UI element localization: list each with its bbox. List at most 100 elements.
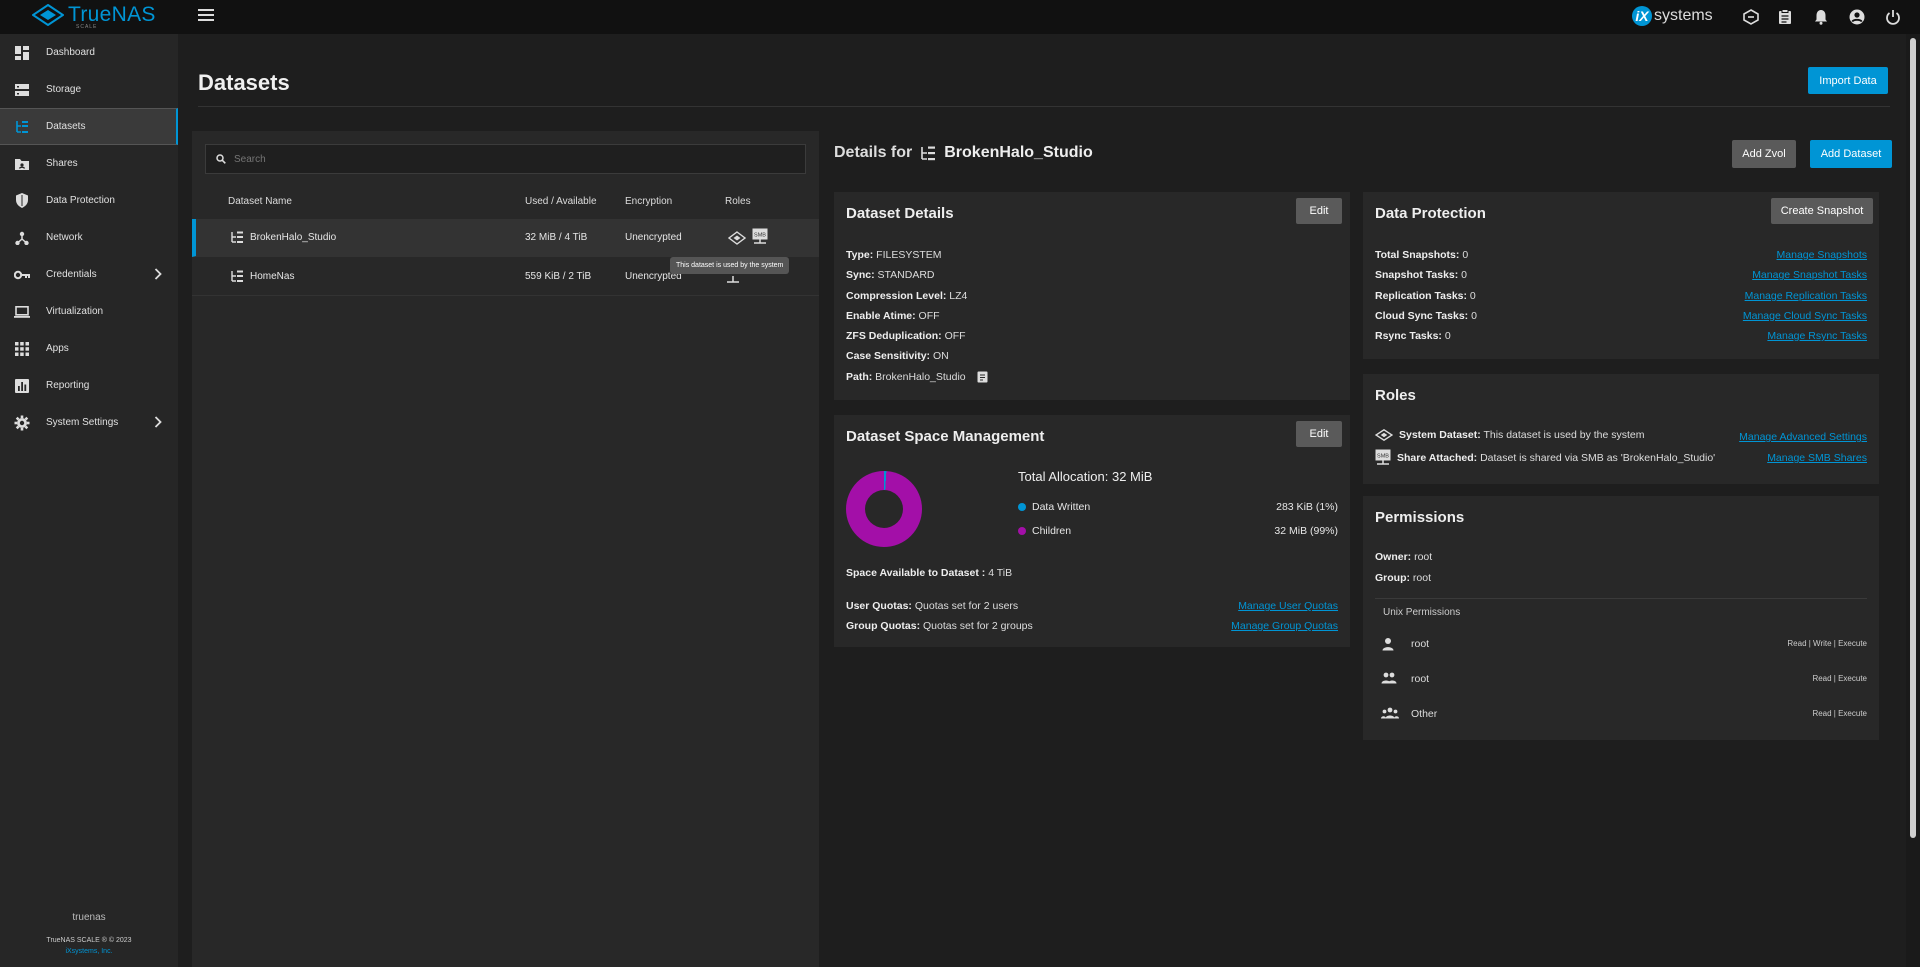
smb-share-icon: SMB [1375,449,1391,465]
edit-space-button[interactable]: Edit [1296,421,1342,447]
gear-icon [14,415,30,431]
manage-advanced-settings-link[interactable]: Manage Advanced Settings [1739,431,1867,443]
manage-snapshots-link[interactable]: Manage Snapshots [1777,249,1867,261]
data-protection-card: Data Protection Create Snapshot Total Sn… [1363,192,1879,359]
permission-row-user[interactable]: root Read | Write | Execute [1375,635,1867,655]
header-divider [198,106,1890,107]
detail-atime: Enable Atime: OFF [846,310,940,322]
ixsystems-logo[interactable]: iX systems [1632,6,1713,26]
system-dataset-icon[interactable] [728,231,746,245]
notifications-bell-icon[interactable] [1812,8,1830,26]
network-icon [14,230,30,246]
truenas-logo[interactable]: TrueNAS SCALE [32,4,156,30]
legend-dot [1018,527,1026,536]
rsync-tasks: Rsync Tasks: 0 [1375,330,1451,342]
shares-icon [14,156,30,172]
jobs-clipboard-icon[interactable] [1776,8,1794,26]
permissions-group: Group: root [1375,572,1432,584]
snapshot-tasks: Snapshot Tasks: 0 [1375,269,1468,281]
sidebar-item-virtualization[interactable]: Virtualization [0,293,178,330]
details-prefix: Details for [834,144,913,161]
legend-children: Children 32 MiB (99%) [1018,525,1338,537]
manage-group-quotas-link[interactable]: Manage Group Quotas [1231,620,1338,632]
reporting-icon [14,378,30,394]
group-icon [1381,672,1397,684]
card-title: Dataset Details [846,205,954,222]
chevron-right-icon [154,268,162,280]
sidebar-item-storage[interactable]: Storage [0,71,178,108]
detail-type: Type: FILESYSTEM [846,249,942,261]
manage-user-quotas-link[interactable]: Manage User Quotas [1238,600,1338,612]
apps-grid-icon [14,341,30,357]
account-circle-icon[interactable] [1848,8,1866,26]
manage-replication-tasks-link[interactable]: Manage Replication Tasks [1745,290,1867,302]
detail-dedup: ZFS Deduplication: OFF [846,330,966,342]
dataset-used: 32 MiB / 4 TiB [525,232,588,243]
sidebar-item-reporting[interactable]: Reporting [0,367,178,404]
sidebar-item-label: Shares [46,158,78,169]
add-dataset-button[interactable]: Add Dataset [1810,140,1892,168]
search-icon [216,154,226,164]
sidebar-item-shares[interactable]: Shares [0,145,178,182]
page-scrollbar[interactable] [1906,34,1920,967]
sidebar-item-label: Virtualization [46,306,104,317]
permission-row-group[interactable]: root Read | Execute [1375,670,1867,690]
menu-toggle-icon[interactable] [198,9,214,23]
scrollbar-thumb[interactable] [1910,38,1916,838]
sidebar-item-system-settings[interactable]: System Settings [0,404,178,441]
create-snapshot-button[interactable]: Create Snapshot [1771,198,1873,224]
edit-dataset-button[interactable]: Edit [1296,198,1342,224]
user-quotas: User Quotas: Quotas set for 2 users [846,600,1019,612]
hostname: truenas [72,912,106,923]
truecommand-icon[interactable] [1742,8,1760,26]
col-used-available[interactable]: Used / Available [525,196,597,207]
truenas-logo-icon [32,4,64,26]
sidebar-item-label: Apps [46,343,69,354]
import-data-button[interactable]: Import Data [1808,67,1888,94]
permissions-card: Permissions Owner: root Group: root Unix… [1363,496,1879,740]
dataset-tree-icon [921,146,936,160]
copyright: TrueNAS SCALE ® © 2023 [46,937,132,944]
permission-row-other[interactable]: Other Read | Execute [1375,705,1867,725]
share-role-icon[interactable] [725,276,741,286]
manage-smb-shares-link[interactable]: Manage SMB Shares [1767,452,1867,464]
dataset-name: BrokenHalo_Studio [250,232,337,243]
table-row[interactable]: BrokenHalo_Studio 32 MiB / 4 TiB Unencry… [192,219,819,257]
legend-dot [1018,503,1026,512]
sidebar-item-label: Dashboard [46,47,95,58]
search-input[interactable] [234,153,794,165]
smb-share-icon[interactable]: SMB [752,228,768,246]
allocation-donut-chart [846,471,922,547]
space-available: Space Available to Dataset : 4 TiB [846,567,1013,579]
col-encryption[interactable]: Encryption [625,196,672,207]
sidebar-item-label: Reporting [46,380,90,391]
col-dataset-name[interactable]: Dataset Name [228,196,292,207]
table-header: Dataset Name Used / Available Encryption… [192,193,819,213]
sidebar-item-credentials[interactable]: Credentials [0,256,178,293]
search-box[interactable] [205,144,806,174]
sidebar-item-datasets[interactable]: Datasets [0,108,178,145]
sidebar-item-label: Network [46,232,83,243]
sidebar-item-data-protection[interactable]: Data Protection [0,182,178,219]
company-link[interactable]: iXsystems, Inc. [0,948,178,955]
add-zvol-button[interactable]: Add Zvol [1732,140,1796,168]
roles-card: Roles System Dataset: This dataset is us… [1363,374,1879,484]
sidebar-item-network[interactable]: Network [0,219,178,256]
total-allocation: Total Allocation: 32 MiB [1018,469,1153,484]
sidebar-item-dashboard[interactable]: Dashboard [0,34,178,71]
group-quotas: Group Quotas: Quotas set for 2 groups [846,620,1033,632]
manage-cloud-sync-tasks-link[interactable]: Manage Cloud Sync Tasks [1743,310,1867,322]
power-icon[interactable] [1884,8,1902,26]
details-dataset-name: BrokenHalo_Studio [944,144,1093,161]
copy-clipboard-icon[interactable] [977,371,988,383]
divider [1375,598,1867,599]
detail-path: Path: BrokenHalo_Studio [846,371,988,383]
dataset-tree-icon [231,231,243,243]
shield-icon [14,193,30,209]
ix-logo-icon: iX [1632,6,1652,26]
manage-snapshot-tasks-link[interactable]: Manage Snapshot Tasks [1752,269,1867,281]
vendor-name: systems [1654,7,1713,24]
col-roles[interactable]: Roles [725,196,751,207]
sidebar-item-apps[interactable]: Apps [0,330,178,367]
manage-rsync-tasks-link[interactable]: Manage Rsync Tasks [1767,330,1867,342]
